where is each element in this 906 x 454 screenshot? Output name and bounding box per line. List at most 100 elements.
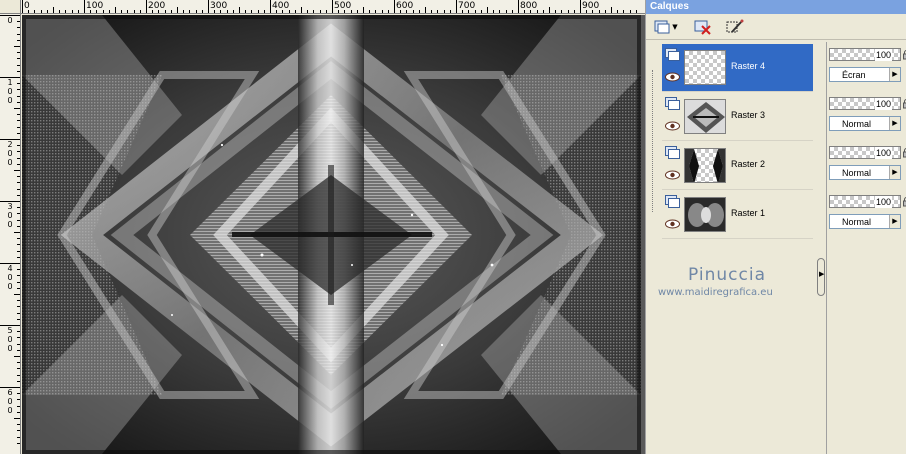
ruler-tick (561, 10, 563, 13)
layer-props-raster-1: 100 Normal ▶ (829, 191, 906, 239)
ruler-tick (96, 10, 98, 13)
panel-splitter-handle[interactable]: ▶ (817, 258, 825, 296)
ruler-tick (14, 46, 20, 47)
ruler-tick (17, 306, 20, 308)
layer-thumbnail (684, 148, 726, 183)
layer-thumbnail (684, 99, 726, 134)
ruler-tick (71, 10, 73, 13)
ruler-tick (139, 10, 141, 13)
visibility-eye-icon[interactable] (665, 72, 680, 82)
palette-title[interactable]: Calques (646, 0, 906, 14)
mask-edit-button[interactable] (724, 17, 746, 37)
visibility-eye-icon[interactable] (665, 219, 680, 229)
canvas-artwork (22, 15, 641, 454)
ruler-tick (214, 10, 216, 13)
ruler-tick (108, 10, 110, 13)
watermark-url: www.maidiregrafica.eu (658, 287, 773, 298)
ruler-tick (17, 250, 20, 252)
ruler-label: 5 (7, 326, 13, 335)
ruler-label: 900 (582, 1, 600, 11)
ruler-tick (0, 201, 20, 202)
ruler-tick (65, 10, 67, 13)
ruler-tick (17, 64, 20, 66)
layer-row-raster-4[interactable]: Raster 4 (662, 44, 813, 92)
opacity-slider[interactable]: 100 (829, 195, 901, 208)
ruler-tick (170, 10, 172, 13)
blend-mode-value: Normal (842, 168, 872, 178)
opacity-slider[interactable]: 100 (829, 146, 901, 159)
image-canvas[interactable] (22, 15, 641, 454)
ruler-tick (22, 0, 23, 13)
ruler-tick (17, 176, 20, 178)
delete-layer-button[interactable] (692, 17, 714, 37)
opacity-slider[interactable]: 100 (829, 97, 901, 110)
ruler-tick (356, 10, 358, 13)
raster-layer-icon (665, 195, 680, 208)
opacity-value: 100 (874, 98, 892, 110)
ruler-tick (17, 182, 20, 184)
ruler-tick (276, 10, 278, 13)
ruler-tick (17, 256, 20, 258)
ruler-tick (17, 83, 20, 85)
visibility-eye-icon[interactable] (665, 170, 680, 180)
ruler-tick (189, 10, 191, 13)
ruler-tick (406, 10, 408, 13)
ruler-tick (629, 10, 631, 13)
ruler-label: 0 (7, 220, 13, 229)
ruler-tick (394, 0, 395, 13)
opacity-value: 100 (874, 196, 892, 208)
ruler-tick (635, 10, 637, 13)
ruler-tick (257, 10, 259, 13)
ruler-tick (623, 10, 625, 13)
ruler-tick (17, 225, 20, 227)
ruler-tick (493, 10, 495, 13)
ruler-tick (418, 10, 420, 13)
ruler-tick (375, 10, 377, 13)
opacity-value: 100 (874, 147, 892, 159)
ruler-tick (239, 7, 240, 13)
layer-thumbnail (684, 50, 726, 85)
ruler-tick (17, 380, 20, 382)
ruler-tick (59, 10, 61, 13)
ruler-tick (17, 238, 20, 240)
ruler-tick (542, 10, 544, 13)
blend-mode-select[interactable]: Écran ▶ (829, 67, 901, 82)
layer-tree-line (652, 70, 658, 212)
ruler-tick (90, 10, 92, 13)
ruler-tick (381, 10, 383, 13)
raster-layer-icon (665, 146, 680, 159)
layer-row-raster-3[interactable]: Raster 3 (662, 93, 813, 141)
ruler-tick (17, 52, 20, 54)
ruler-tick (17, 145, 20, 147)
ruler-tick (17, 300, 20, 302)
ruler-tick (226, 10, 228, 13)
ruler-label: 0 (7, 406, 13, 415)
blend-mode-value: Écran (842, 70, 866, 80)
ruler-tick (0, 77, 20, 78)
ruler-tick (270, 0, 271, 13)
chevron-right-icon: ▶ (819, 270, 825, 278)
ruler-tick (437, 10, 439, 13)
ruler-tick (17, 287, 20, 289)
ruler-tick (121, 10, 123, 13)
ruler-tick (17, 219, 20, 221)
layer-thumbnail (684, 197, 726, 232)
ruler-tick (195, 10, 197, 13)
ruler-tick (14, 170, 20, 171)
blend-mode-select[interactable]: Normal ▶ (829, 214, 901, 229)
blend-mode-select[interactable]: Normal ▶ (829, 116, 901, 131)
ruler-tick (17, 114, 20, 116)
layer-list: Raster 4 Raster 3 Raster 2 Raster 1 Pinu… (652, 42, 825, 454)
new-layer-button[interactable]: ▼ (652, 17, 680, 37)
visibility-eye-icon[interactable] (665, 121, 680, 131)
ruler-tick (40, 10, 42, 13)
layer-row-raster-1[interactable]: Raster 1 (662, 191, 813, 239)
ruler-tick (536, 10, 538, 13)
ruler-tick (46, 10, 48, 13)
ruler-label: 400 (272, 1, 290, 11)
opacity-slider[interactable]: 100 (829, 48, 901, 61)
chevron-right-icon: ▶ (889, 68, 900, 81)
layer-row-raster-2[interactable]: Raster 2 (662, 142, 813, 190)
blend-mode-select[interactable]: Normal ▶ (829, 165, 901, 180)
layer-props-raster-4: 100 Écran ▶ (829, 44, 906, 92)
